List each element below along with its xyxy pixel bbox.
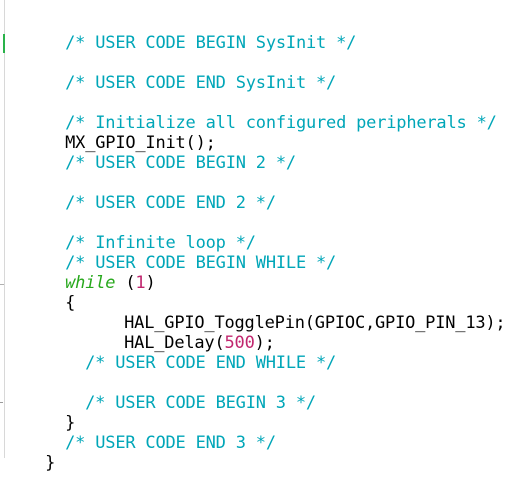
code-number: 1 [135, 273, 146, 293]
fold-gutter [4, 0, 5, 458]
code-line: HAL_Delay(500); [84, 313, 275, 353]
code-line: MX_GPIO_Init(); [25, 113, 216, 153]
code-line: /* USER CODE BEGIN SysInit */ [25, 13, 356, 53]
code-text: { [65, 293, 76, 313]
code-editor[interactable]: /* USER CODE BEGIN SysInit */ /* USER CO… [0, 0, 527, 473]
code-comment: /* USER CODE END 3 */ [65, 433, 276, 453]
code-comment: /* USER CODE BEGIN 2 */ [65, 153, 296, 173]
code-line: /* Initialize all configured peripherals… [25, 93, 497, 133]
code-line: } [5, 433, 55, 473]
code-text: ) [145, 273, 156, 293]
code-comment: /* USER CODE BEGIN 3 */ [85, 393, 316, 413]
change-marker [3, 34, 5, 53]
fold-marker[interactable] [0, 402, 3, 403]
code-comment: /* USER CODE END SysInit */ [65, 73, 337, 93]
fold-marker[interactable] [0, 284, 4, 285]
code-line: /* USER CODE BEGIN 3 */ [45, 373, 316, 413]
code-line: /* USER CODE BEGIN WHILE */ [25, 233, 336, 273]
code-line: /* USER CODE END 3 */ [25, 413, 276, 453]
code-line: while (1) [25, 253, 156, 293]
code-line: /* USER CODE END WHILE */ [45, 333, 336, 373]
code-line: HAL_GPIO_TogglePin(GPIOC,GPIO_PIN_13); [84, 293, 506, 333]
code-comment: /* USER CODE END WHILE */ [85, 353, 337, 373]
code-line: /* USER CODE END 2 */ [25, 173, 276, 213]
code-line: /* USER CODE BEGIN 2 */ [25, 133, 296, 173]
code-comment: /* USER CODE BEGIN SysInit */ [65, 33, 357, 53]
code-line: } [25, 393, 75, 433]
code-line: { [25, 273, 75, 313]
code-line: /* Infinite loop */ [25, 213, 256, 253]
code-text: ( [115, 273, 136, 293]
code-comment: /* USER CODE END 2 */ [65, 193, 276, 213]
code-text: } [45, 453, 56, 473]
code-line: /* USER CODE END SysInit */ [25, 53, 336, 93]
